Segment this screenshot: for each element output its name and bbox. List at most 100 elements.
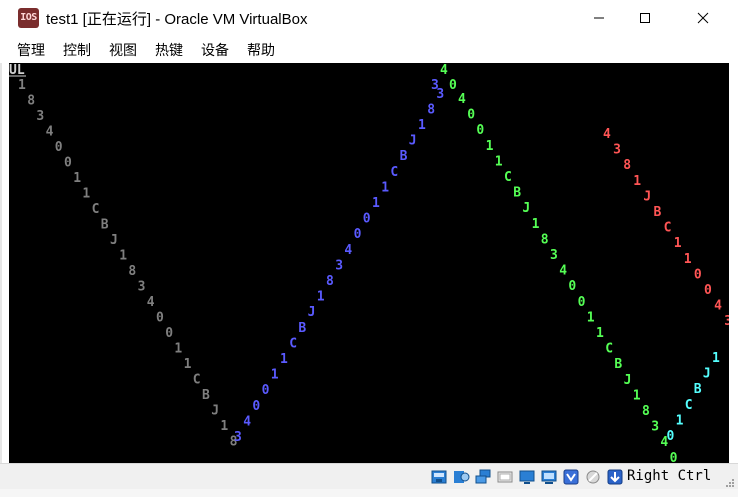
- screen-char: 8: [427, 102, 435, 117]
- screen-char: C: [504, 170, 512, 185]
- screen-char: J: [703, 367, 711, 382]
- screen-char: B: [400, 149, 408, 164]
- menu-help[interactable]: 帮助: [247, 40, 275, 60]
- screen-char: 1: [271, 368, 279, 383]
- vm-display[interactable]: UL 18340011CBJ18340011CBJ18340011CBJ1834…: [9, 63, 729, 463]
- screen-char: 4: [344, 243, 352, 258]
- app-icon[interactable]: IOS: [18, 8, 39, 28]
- video-capture-icon[interactable]: [562, 468, 580, 486]
- screen-char: 0: [262, 383, 270, 398]
- screen-char: J: [308, 305, 316, 320]
- menu-control[interactable]: 控制: [63, 40, 91, 60]
- maximize-icon: [640, 13, 650, 23]
- menu-devices[interactable]: 设备: [201, 40, 229, 60]
- screen-char: 8: [623, 158, 631, 173]
- menu-hotkeys[interactable]: 热键: [155, 40, 183, 60]
- screen-char: J: [409, 134, 417, 149]
- screen-char: 1: [18, 78, 26, 93]
- screen-char: 1: [532, 217, 540, 232]
- screen-char: 8: [27, 94, 35, 109]
- screen-char: 1: [372, 196, 380, 211]
- screen-char: 4: [46, 125, 54, 140]
- screen-char: 0: [667, 429, 675, 444]
- screen-char: 1: [674, 236, 682, 251]
- host-key-label[interactable]: Right Ctrl: [627, 468, 711, 484]
- display-icon[interactable]: [540, 468, 558, 486]
- resize-grip-icon[interactable]: [725, 478, 735, 488]
- usb-icon[interactable]: [496, 468, 514, 486]
- character-streams: 18340011CBJ18340011CBJ18340011CBJ1834001…: [18, 63, 729, 463]
- screen-char: 1: [418, 118, 426, 133]
- minimize-button[interactable]: [576, 0, 622, 36]
- host-key-arrow-icon[interactable]: [606, 468, 624, 486]
- screen-char: B: [202, 388, 210, 403]
- screen-char: 4: [603, 127, 611, 142]
- screen-char: B: [513, 186, 521, 201]
- screen-char: 1: [184, 357, 192, 372]
- menu-manage[interactable]: 管理: [17, 40, 45, 60]
- optical-drive-icon[interactable]: [452, 468, 470, 486]
- screen-char: 0: [449, 78, 457, 93]
- screen-char: 4: [559, 264, 567, 279]
- screen-char: 0: [363, 212, 371, 227]
- virtualbox-window: IOS test1 [正在运行] - Oracle VM VirtualBox …: [0, 0, 738, 497]
- screen-char: B: [101, 218, 109, 233]
- title-bar[interactable]: IOS test1 [正在运行] - Oracle VM VirtualBox: [0, 0, 738, 37]
- guest-text-screen: UL 18340011CBJ18340011CBJ18340011CBJ1834…: [9, 63, 729, 463]
- close-icon: [697, 12, 709, 24]
- screen-char: 1: [220, 419, 228, 434]
- screen-char: 1: [495, 154, 503, 169]
- screen-char: 8: [128, 264, 136, 279]
- menu-bar: 管理 控制 视图 热键 设备 帮助: [0, 37, 738, 63]
- screen-char: 0: [156, 311, 164, 326]
- screen-char: J: [624, 373, 632, 388]
- screen-char: 1: [596, 326, 604, 341]
- screen-char: 3: [234, 430, 242, 445]
- close-button[interactable]: [680, 0, 726, 36]
- screen-char: 4: [243, 414, 251, 429]
- screen-char: B: [614, 357, 622, 372]
- screen-char: 0: [694, 267, 702, 282]
- screen-char: 1: [633, 174, 641, 189]
- screen-char: 4: [440, 63, 448, 78]
- screen-char: C: [390, 165, 398, 180]
- virtualization-icon[interactable]: [584, 468, 602, 486]
- screen-char: 4: [458, 92, 466, 107]
- screen-char: 1: [676, 413, 684, 428]
- screen-char: 8: [326, 274, 334, 289]
- screen-char: 0: [568, 279, 576, 294]
- screen-char: J: [522, 201, 530, 216]
- screen-char: 0: [704, 283, 712, 298]
- screen-char: 8: [541, 232, 549, 247]
- screen-char: 0: [64, 156, 72, 171]
- screen-char: B: [654, 205, 662, 220]
- screen-char: 3: [724, 314, 729, 329]
- screen-char: C: [605, 342, 613, 357]
- screen-char: 3: [335, 258, 343, 273]
- shared-folder-icon[interactable]: [518, 468, 536, 486]
- screen-char: 0: [354, 227, 362, 242]
- hard-disk-icon[interactable]: [430, 468, 448, 486]
- screen-char: C: [289, 336, 297, 351]
- screen-char: C: [92, 202, 100, 217]
- background-edge: [0, 0, 2, 497]
- maximize-button[interactable]: [622, 0, 668, 36]
- screen-char: 1: [633, 388, 641, 403]
- network-icon[interactable]: [474, 468, 492, 486]
- minimize-icon: [594, 17, 604, 19]
- screen-char: 0: [467, 108, 475, 123]
- status-bar: Right Ctrl: [0, 463, 738, 490]
- screen-char: 1: [317, 290, 325, 305]
- screen-char: J: [110, 233, 118, 248]
- screen-char: 3: [651, 420, 659, 435]
- screen-char: 0: [670, 451, 678, 463]
- screen-char: B: [694, 382, 702, 397]
- screen-char: J: [643, 189, 651, 204]
- screen-char: 1: [82, 187, 90, 202]
- screen-char: 4: [147, 295, 155, 310]
- screen-char: 0: [476, 123, 484, 138]
- menu-view[interactable]: 视图: [109, 40, 137, 60]
- screen-char: C: [664, 221, 672, 236]
- screen-char: J: [211, 404, 219, 419]
- screen-char: 1: [174, 342, 182, 357]
